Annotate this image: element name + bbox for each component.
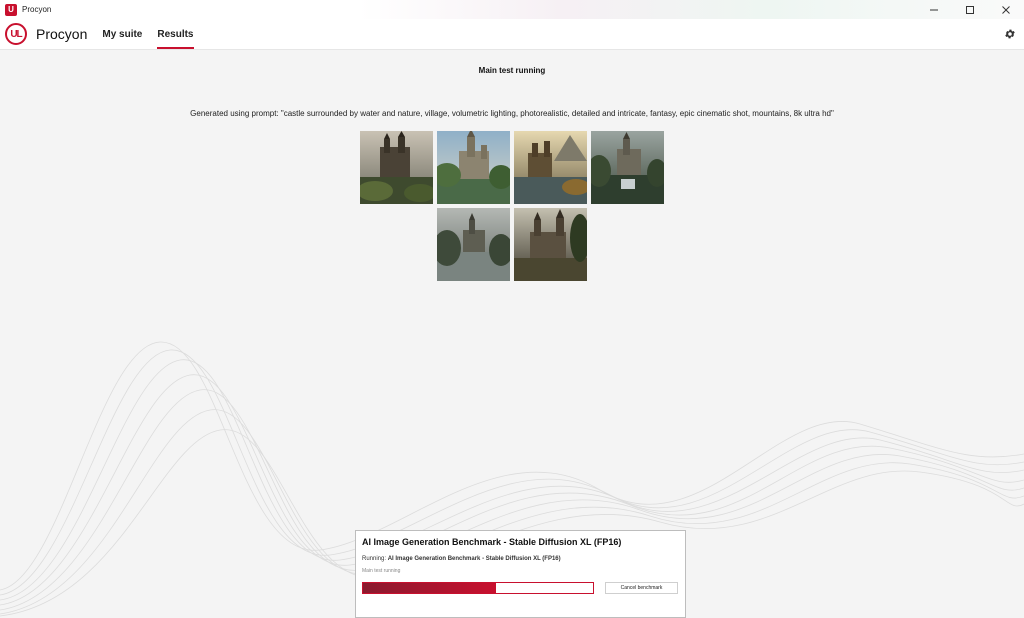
- app-logo-icon: U: [5, 3, 17, 16]
- panel-title: AI Image Generation Benchmark - Stable D…: [362, 537, 622, 547]
- window-controls: [916, 0, 1024, 19]
- generated-image: [437, 131, 510, 204]
- running-value: AI Image Generation Benchmark - Stable D…: [387, 556, 561, 562]
- generated-image: [514, 131, 587, 204]
- close-icon: [1002, 5, 1010, 14]
- maximize-button[interactable]: [952, 0, 988, 19]
- generated-image: [591, 131, 664, 204]
- running-label: Running:: [362, 556, 387, 562]
- generated-image: [514, 208, 587, 281]
- generated-images-grid: [0, 131, 1024, 285]
- sub-status: Main test running: [362, 568, 401, 574]
- generated-image: [437, 208, 510, 281]
- maximize-icon: [966, 5, 974, 14]
- minimize-icon: [930, 9, 938, 10]
- prompt-text: Generated using prompt: "castle surround…: [190, 109, 834, 118]
- progress-bar: [362, 582, 594, 594]
- brand-name: Procyon: [36, 26, 88, 42]
- progress-fill: [363, 583, 497, 593]
- main-nav: My suite Results: [102, 19, 208, 50]
- settings-gear-icon[interactable]: [1004, 28, 1016, 40]
- benchmark-panel: AI Image Generation Benchmark - Stable D…: [355, 530, 686, 618]
- window-titlebar: U Procyon: [0, 0, 1024, 19]
- minimize-button[interactable]: [916, 0, 952, 19]
- nav-my-suite[interactable]: My suite: [102, 19, 142, 50]
- ul-logo-icon: UL: [5, 23, 27, 45]
- running-line: Running: AI Image Generation Benchmark -…: [362, 556, 561, 562]
- app-header: UL Procyon My suite Results: [0, 19, 1024, 50]
- window-title: Procyon: [22, 5, 52, 14]
- status-title: Main test running: [478, 66, 546, 75]
- nav-results[interactable]: Results: [157, 19, 194, 50]
- cancel-benchmark-button[interactable]: Cancel benchmark: [605, 582, 678, 594]
- generated-image: [360, 131, 433, 204]
- close-button[interactable]: [988, 0, 1024, 19]
